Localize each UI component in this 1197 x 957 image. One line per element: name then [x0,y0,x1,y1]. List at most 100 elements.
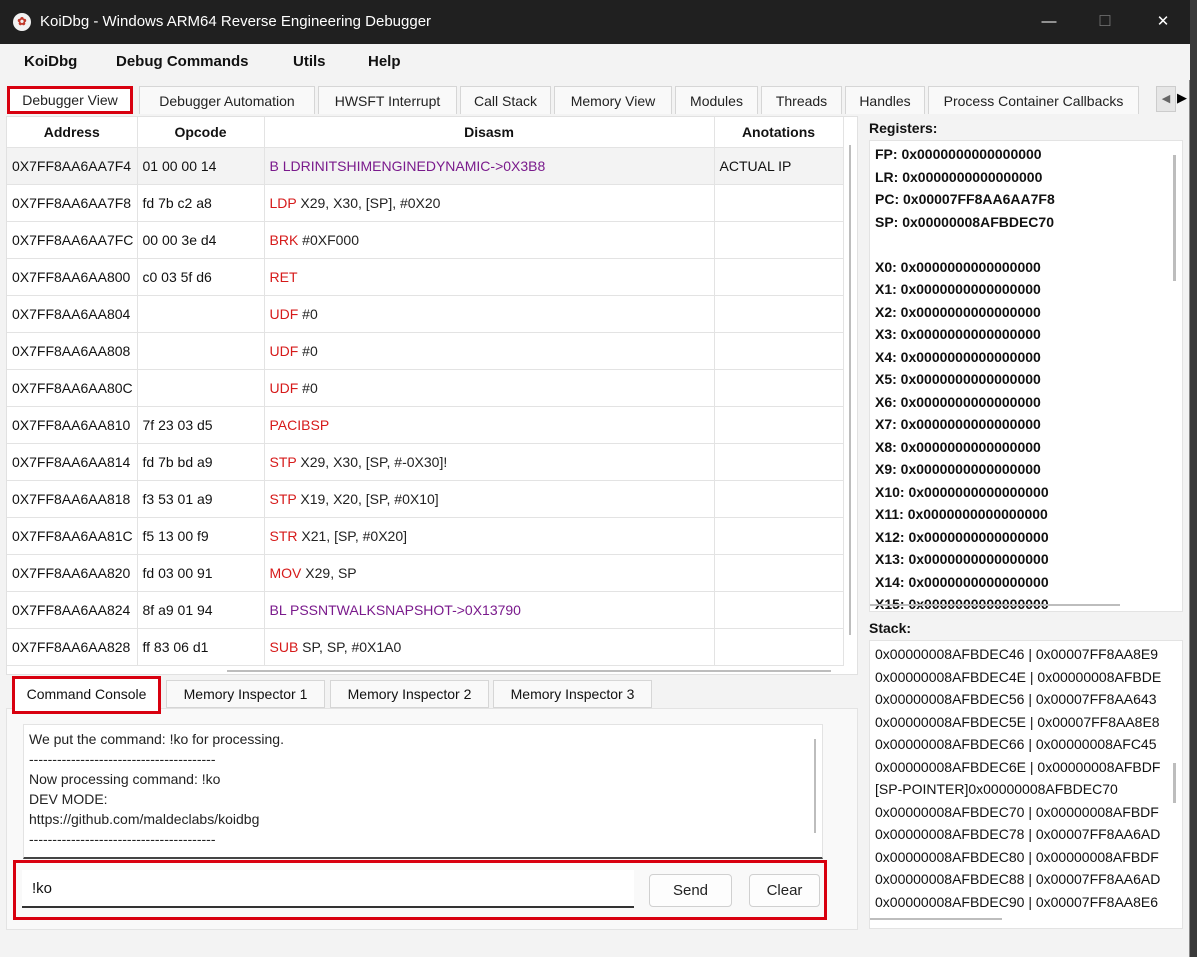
column-header-opcode[interactable]: Opcode [137,117,265,148]
disasm-row[interactable]: 0X7FF8AA6AA810 7f 23 03 d5 PACIBSP [7,406,844,444]
command-input[interactable] [22,870,634,908]
tab-memory-view[interactable]: Memory View [554,86,672,114]
address-cell: 0X7FF8AA6AA7F4 [7,147,138,185]
disasm-row[interactable]: 0X7FF8AA6AA814 fd 7b bd a9 STP X29, X30, [… [7,443,844,481]
disasm-row[interactable]: 0X7FF8AA6AA818 f3 53 01 a9 STP X19, X20, [… [7,480,844,518]
register-line: X11: 0x0000000000000000 [875,506,1048,522]
window-title: KoiDbg - Windows ARM64 Reverse Engineeri… [40,13,432,30]
registers-horizontal-scrollbar[interactable] [870,604,1120,606]
mnemonic: STP [269,454,297,470]
operands: SP, SP, #0X1A0 [298,639,402,655]
console-output[interactable]: We put the command: !ko for processing. … [23,724,823,859]
tab-command-console[interactable]: Command Console [12,676,161,714]
stack-vertical-scrollbar[interactable] [1173,763,1176,803]
disasm-cell: MOV X29, SP [264,554,715,592]
clear-button[interactable]: Clear [749,874,820,907]
close-button[interactable]: ✕ [1140,7,1186,37]
opcode-cell: f5 13 00 f9 [137,517,265,555]
disasm-horizontal-scrollbar[interactable] [227,670,831,672]
title-bar: ✿ KoiDbg - Windows ARM64 Reverse Enginee… [0,0,1190,44]
menu-utils[interactable]: Utils [293,53,326,70]
column-header-annotations[interactable]: Anotations [714,117,844,148]
disasm-row[interactable]: 0X7FF8AA6AA7F8 fd 7b c2 a8 LDP X29, X30, [… [7,184,844,222]
console-line: We put the command: !ko for processing. [29,731,284,747]
tab-modules[interactable]: Modules [675,86,758,114]
disasm-row[interactable]: 0X7FF8AA6AA800 c0 03 5f d6 RET [7,258,844,296]
disasm-row[interactable]: 0X7FF8AA6AA7F4 01 00 00 14 B LDRINITSHIMEN… [7,147,844,185]
disasm-row[interactable]: 0X7FF8AA6AA804 UDF #0 [7,295,844,333]
stack-line: 0x00000008AFBDEC5E | 0x00007FF8AA8E8 [875,713,1160,730]
stack-panel: 0x00000008AFBDEC46 | 0x00007FF8AA8E9 0x00… [869,640,1183,929]
console-vertical-scrollbar[interactable] [814,739,816,833]
console-line: ---------------------------------------- [29,751,216,767]
minimize-button[interactable]: — [1026,7,1072,37]
disasm-row[interactable]: 0X7FF8AA6AA824 8f a9 01 94 BL PSSNTWALKSNA… [7,591,844,629]
menu-bar: KoiDbg Debug Commands Utils Help [0,44,1190,80]
annotation-cell [714,628,844,666]
annotation-cell [714,591,844,629]
mnemonic: LDP [269,195,297,211]
tab-scroll-right-icon[interactable]: ▶ [1175,86,1189,110]
opcode-cell: fd 7b c2 a8 [137,184,265,222]
tab-memory-inspector-1[interactable]: Memory Inspector 1 [166,680,325,708]
register-line: LR: 0x0000000000000000 [875,168,1043,185]
stack-line: 0x00000008AFBDEC90 | 0x00007FF8AA8E6 [875,893,1159,910]
opcode-cell: 7f 23 03 d5 [137,406,265,444]
operands: #0 [298,306,318,322]
menu-help[interactable]: Help [368,53,401,70]
disasm-cell: UDF #0 [264,295,715,333]
opcode-cell: fd 7b bd a9 [137,443,265,481]
stack-line: 0x00000008AFBDEC66 | 0x00000008AFC45 [875,736,1157,752]
tab-memory-inspector-3[interactable]: Memory Inspector 3 [493,680,652,708]
tab-debugger-automation[interactable]: Debugger Automation [139,86,315,114]
column-header-disasm[interactable]: Disasm [264,117,715,148]
stack-line: 0x00000008AFBDEC46 | 0x00007FF8AA8E9 [875,646,1159,662]
operands: X29, X30, [SP, #-0X30]! [296,454,448,470]
mnemonic: UDF [269,380,299,396]
register-line: X13: 0x0000000000000000 [875,551,1049,567]
menu-debug-commands[interactable]: Debug Commands [116,53,249,70]
maximize-button[interactable]: ☐ [1082,7,1128,37]
address-cell: 0X7FF8AA6AA810 [7,406,138,444]
disasm-row[interactable]: 0X7FF8AA6AA820 fd 03 00 91 MOV X29, SP [7,554,844,592]
register-line: X8: 0x0000000000000000 [875,438,1041,455]
address-cell: 0X7FF8AA6AA81C [7,517,138,555]
console-line: https://github.com/maldeclabs/koidbg [29,811,260,827]
column-header-address[interactable]: Address [7,117,138,148]
stack-horizontal-scrollbar[interactable] [870,918,1002,920]
disasm-row[interactable]: 0X7FF8AA6AA808 UDF #0 [7,332,844,370]
menu-koidbg[interactable]: KoiDbg [24,53,77,70]
stack-line: 0x00000008AFBDEC56 | 0x00007FF8AA643 [875,691,1157,707]
main-tab-bar: Debugger View Debugger Automation HWSFT … [0,84,1190,116]
disassembly-table: Address Opcode Disasm Anotations 0X7FF8A… [7,117,844,666]
tab-debugger-view[interactable]: Debugger View [7,86,133,114]
register-line: X4: 0x0000000000000000 [875,348,1041,365]
opcode-cell: fd 03 00 91 [137,554,265,592]
opcode-cell [137,369,265,407]
tab-memory-inspector-2[interactable]: Memory Inspector 2 [330,680,489,708]
operands: #0 [298,343,318,359]
tab-hwsft-interrupt[interactable]: HWSFT Interrupt [318,86,457,114]
tab-process-container-callbacks[interactable]: Process Container Callbacks [928,86,1139,114]
koi-logo-icon: ✿ [13,13,31,31]
disasm-cell: STR X21, [SP, #0X20] [264,517,715,555]
disasm-row[interactable]: 0X7FF8AA6AA81C f5 13 00 f9 STR X21, [SP, #… [7,517,844,555]
opcode-cell: c0 03 5f d6 [137,258,265,296]
disasm-row[interactable]: 0X7FF8AA6AA828 ff 83 06 d1 SUB SP, SP, #0X… [7,628,844,666]
send-button[interactable]: Send [649,874,732,907]
disasm-vertical-scrollbar[interactable] [849,145,851,635]
registers-vertical-scrollbar[interactable] [1173,155,1176,281]
mnemonic: BRK [269,232,299,248]
operands: X21, [SP, #0X20] [297,528,407,544]
tab-scroll-left-icon[interactable]: ◀ [1156,86,1176,112]
disasm-row[interactable]: 0X7FF8AA6AA7FC 00 00 3e d4 BRK #0XF000 [7,221,844,259]
tab-threads[interactable]: Threads [761,86,842,114]
stack-line: 0x00000008AFBDEC78 | 0x00007FF8AA6AD [875,826,1161,842]
disasm-cell: UDF #0 [264,369,715,407]
tab-handles[interactable]: Handles [845,86,925,114]
tab-call-stack[interactable]: Call Stack [460,86,551,114]
annotation-cell [714,406,844,444]
mnemonic: PACIBSP [269,417,330,433]
disasm-row[interactable]: 0X7FF8AA6AA80C UDF #0 [7,369,844,407]
register-line: X1: 0x0000000000000000 [875,281,1041,297]
